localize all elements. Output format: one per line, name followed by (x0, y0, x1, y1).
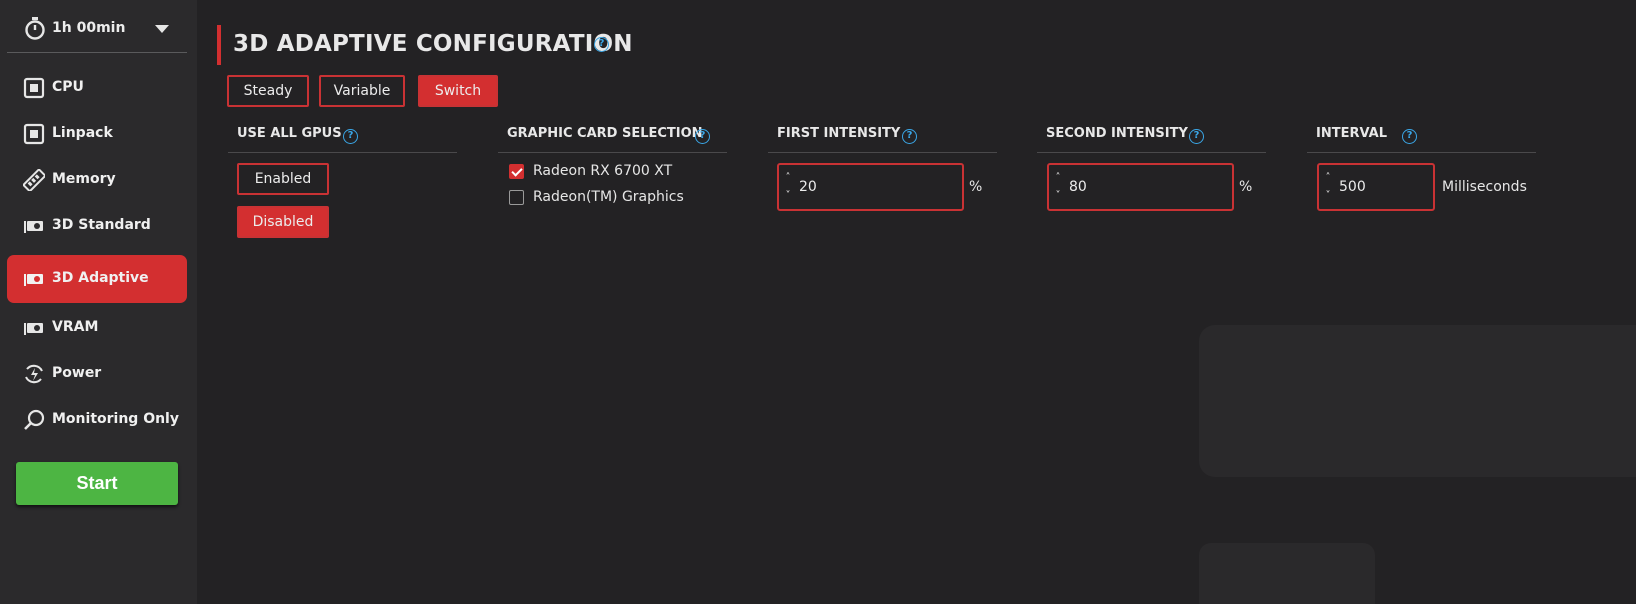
first-intensity-value[interactable]: 20 (799, 179, 817, 195)
checkbox-unchecked[interactable] (509, 189, 524, 205)
interval-input[interactable]: ˄ ˅ 500 (1317, 163, 1435, 211)
chip-icon (23, 123, 45, 145)
page-title: 3D ADAPTIVE CONFIGURATION (233, 31, 633, 57)
checkbox-checked[interactable] (509, 163, 524, 179)
interval-title: INTERVAL (1316, 126, 1387, 141)
first-intensity-header: FIRST INTENSITY ? (768, 126, 997, 153)
timer-label: 1h 00min (52, 20, 126, 36)
start-button[interactable]: Start (16, 462, 178, 505)
help-icon[interactable]: ? (1402, 129, 1417, 144)
second-intensity-value[interactable]: 80 (1069, 179, 1087, 195)
chevron-up-icon[interactable]: ˄ (783, 169, 793, 187)
sidebar-item-label: CPU (52, 79, 84, 95)
chip-icon (23, 77, 45, 99)
sidebar-item-label: Memory (52, 171, 116, 187)
gpu-checkbox-row[interactable]: Radeon(TM) Graphics (509, 187, 684, 207)
second-intensity-unit: % (1239, 179, 1253, 195)
first-intensity-unit: % (969, 179, 983, 195)
graphic-card-selection-title: GRAPHIC CARD SELECTION (507, 126, 703, 141)
magnifier-icon (24, 409, 45, 430)
sidebar-item-label: Linpack (52, 125, 113, 141)
chevron-up-icon[interactable]: ˄ (1323, 169, 1333, 187)
sidebar-item-cpu[interactable]: CPU (7, 64, 187, 112)
sidebar-item-label: Monitoring Only (52, 411, 179, 427)
gpu-label: Radeon(TM) Graphics (533, 189, 684, 205)
interval-unit: Milliseconds (1442, 179, 1527, 195)
background-panel (1199, 325, 1636, 477)
sidebar-item-vram[interactable]: VRAM (7, 304, 187, 352)
stopwatch-icon (25, 17, 45, 40)
stepper[interactable]: ˄ ˅ (1323, 169, 1333, 205)
sidebar-item-3d-adaptive[interactable]: 3D Adaptive (7, 255, 187, 303)
sidebar-item-power[interactable]: Power (7, 350, 187, 398)
sidebar: 1h 00min CPU Linpack Memory 3D Standard … (0, 0, 197, 604)
sidebar-item-3d-standard[interactable]: 3D Standard (7, 202, 187, 250)
chevron-down-icon[interactable] (155, 25, 169, 33)
sidebar-item-monitoring-only[interactable]: Monitoring Only (7, 396, 187, 444)
second-intensity-title: SECOND INTENSITY (1046, 126, 1188, 141)
title-accent-bar (217, 25, 221, 65)
use-all-gpus-header: USE ALL GPUS ? (228, 126, 457, 153)
interval-value[interactable]: 500 (1339, 179, 1366, 195)
gpu-card-icon (24, 323, 43, 335)
gpu-card-icon (24, 221, 43, 233)
use-all-gpus-title: USE ALL GPUS (237, 126, 342, 141)
chevron-down-icon[interactable]: ˅ (783, 187, 793, 205)
graphic-card-selection-header: GRAPHIC CARD SELECTION ? (498, 126, 727, 153)
help-icon[interactable]: ? (1189, 129, 1204, 144)
power-cycle-icon (25, 364, 43, 384)
first-intensity-title: FIRST INTENSITY (777, 126, 901, 141)
sidebar-item-label: 3D Standard (52, 217, 151, 233)
sidebar-item-linpack[interactable]: Linpack (7, 110, 187, 158)
timer-dropdown[interactable]: 1h 00min (7, 6, 187, 53)
gpu-label: Radeon RX 6700 XT (533, 163, 673, 179)
disabled-button[interactable]: Disabled (237, 206, 329, 238)
mode-variable-button[interactable]: Variable (319, 75, 405, 107)
interval-header: INTERVAL ? (1307, 126, 1536, 153)
gpu-checkbox-row[interactable]: Radeon RX 6700 XT (509, 161, 672, 181)
sidebar-item-label: VRAM (52, 319, 99, 335)
chevron-down-icon[interactable]: ˅ (1053, 187, 1063, 205)
second-intensity-input[interactable]: ˄ ˅ 80 (1047, 163, 1234, 211)
help-icon[interactable]: ? (902, 129, 917, 144)
stepper[interactable]: ˄ ˅ (1053, 169, 1063, 205)
enabled-button[interactable]: Enabled (237, 163, 329, 195)
second-intensity-header: SECOND INTENSITY ? (1037, 126, 1266, 153)
sidebar-item-label: Power (52, 365, 102, 381)
mode-steady-button[interactable]: Steady (227, 75, 309, 107)
chevron-down-icon[interactable]: ˅ (1323, 187, 1333, 205)
memory-stick-icon (23, 169, 45, 191)
mode-switch-button[interactable]: Switch (418, 75, 498, 107)
sidebar-item-memory[interactable]: Memory (7, 156, 187, 204)
stepper[interactable]: ˄ ˅ (783, 169, 793, 205)
sidebar-item-label: 3D Adaptive (52, 270, 149, 286)
help-icon[interactable]: ? (594, 37, 609, 52)
chevron-up-icon[interactable]: ˄ (1053, 169, 1063, 187)
background-panel (1199, 543, 1375, 604)
first-intensity-input[interactable]: ˄ ˅ 20 (777, 163, 964, 211)
help-icon[interactable]: ? (343, 129, 358, 144)
gpu-card-icon (24, 274, 43, 286)
help-icon[interactable]: ? (695, 129, 710, 144)
